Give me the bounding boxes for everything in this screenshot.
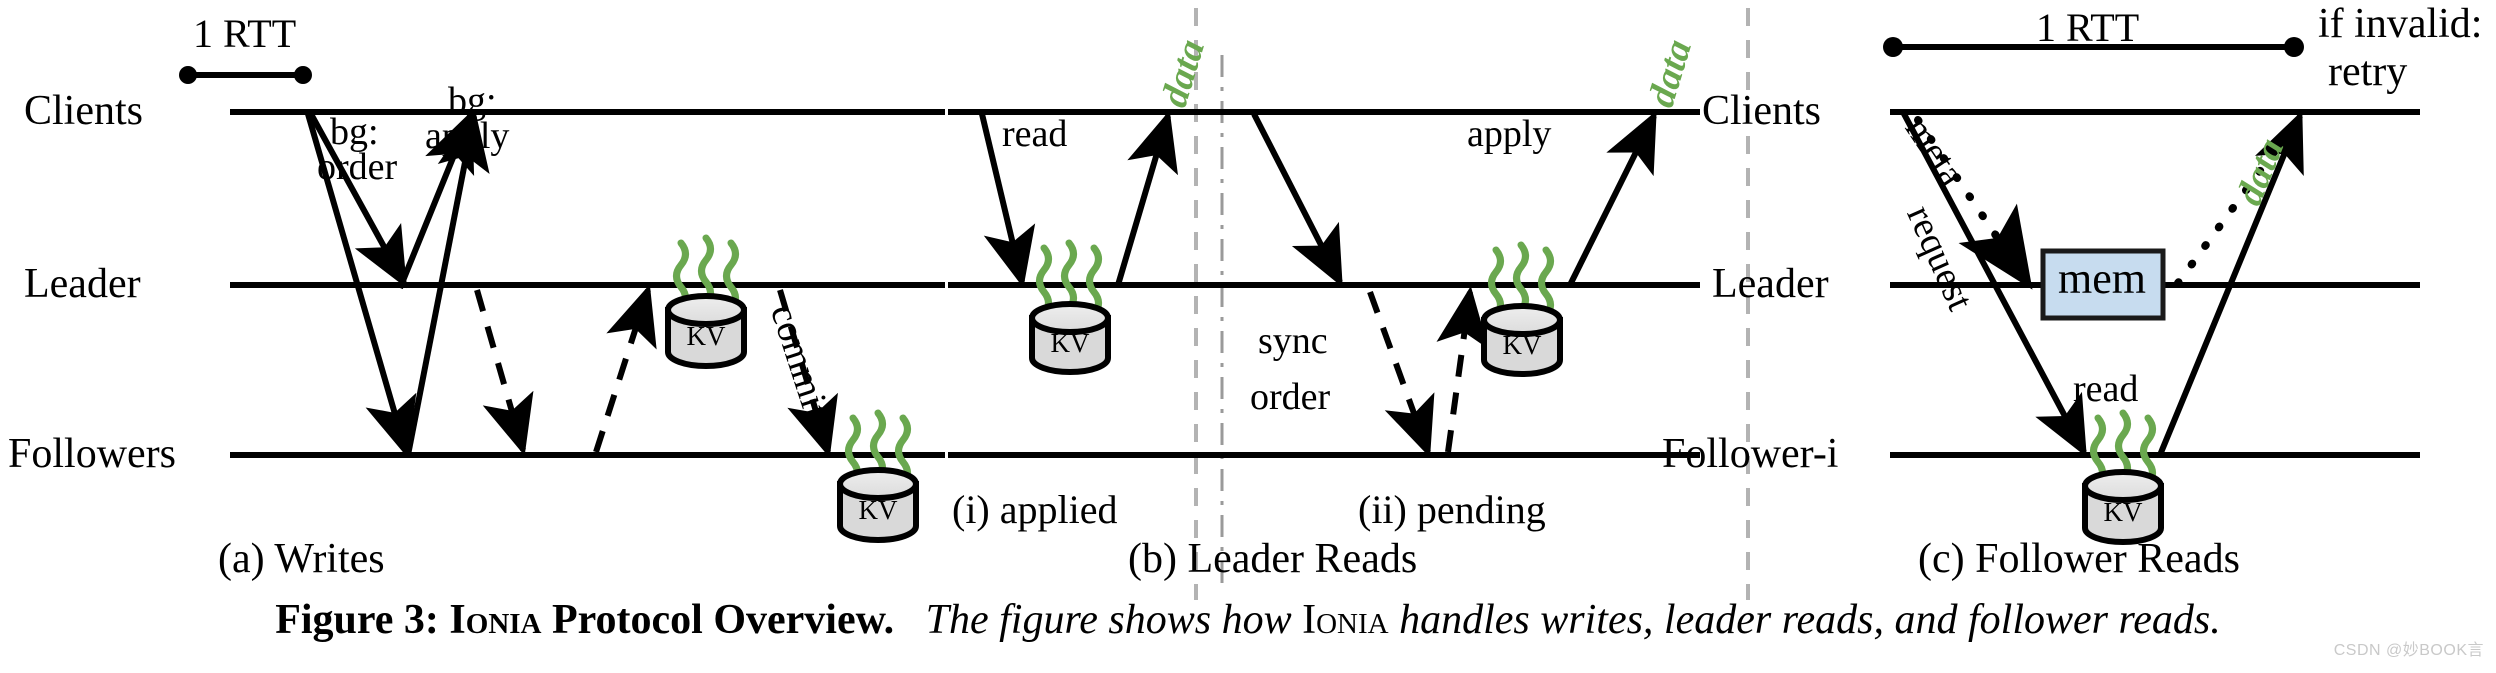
figure-caption-italic-name: Ionia	[1302, 597, 1389, 643]
figure-caption-italic-b: handles writes, leader reads, and follow…	[1399, 597, 2221, 643]
panel-b-kv-store-i: KV	[1029, 301, 1111, 375]
panel-b-arrow-data-ii	[1567, 110, 1657, 287]
panel-a-msg-bg-apply-line2: apply	[425, 115, 510, 157]
panel-c-row-label-follower-i: Follower-i	[1662, 431, 1839, 477]
panel-b-msg-apply: apply	[1467, 113, 1552, 155]
panel-a-rtt-label: 1 RTT	[193, 11, 297, 56]
panel-b-arrow-apply-up	[1436, 286, 1489, 453]
panel-a-row-label-followers: Followers	[8, 431, 176, 477]
figure-caption-bold-tail: Protocol Overview.	[552, 597, 895, 643]
figure-caption-italic-a: The figure shows how	[925, 597, 1292, 643]
panel-c-retry-label: retry	[2328, 49, 2408, 95]
panel-a-arrow-bg-apply	[593, 284, 657, 453]
panel-c-if-invalid-label: if invalid:	[2318, 1, 2483, 47]
panel-a-kv-store-followers: KV	[837, 467, 919, 543]
panel-b-arrow-data-i	[1115, 110, 1178, 286]
panel-c-kv-store: KV	[2082, 469, 2164, 545]
panel-b-caption: (b) Leader Reads	[1128, 536, 1418, 582]
panel-b-msg-order: order	[1250, 376, 1331, 418]
watermark: CSDN @妙BOOK言	[2333, 642, 2484, 659]
panel-c-caption: (c) Follower Reads	[1918, 536, 2240, 582]
svg-text:KV: KV	[1051, 328, 1090, 358]
panel-c-mem-label: mem	[2058, 254, 2146, 303]
figure-caption-prefix: Figure 3:	[275, 597, 439, 643]
figure-caption: Figure 3: Ionia Protocol Overview. The f…	[0, 596, 2496, 644]
panel-b-arrow-sync-down	[1367, 290, 1435, 458]
svg-text:KV: KV	[687, 321, 726, 351]
panel-a-arrow-bg-order	[474, 289, 534, 456]
panel-a-row-label-leader: Leader	[24, 261, 141, 307]
figure-3-protocol-overview: KV KV KV KV KV Clients Leader Followers …	[0, 0, 2496, 668]
panel-b-msg-read: read	[1002, 113, 1068, 155]
panel-c-msg-read: read	[2073, 368, 2139, 410]
panel-c-row-label-clients: Clients	[1702, 88, 1822, 134]
panel-a-caption: (a) Writes	[218, 536, 385, 582]
panel-b-subcaption-pending: (ii) pending	[1358, 487, 1546, 532]
panel-a-row-label-clients: Clients	[24, 88, 144, 134]
panel-a-kv-store-leader: KV	[665, 293, 747, 369]
panel-c-rtt-label: 1 RTT	[2036, 5, 2140, 50]
panel-a-msg-bg-order-line2: order	[317, 146, 398, 188]
panel-b-kv-store-ii: KV	[1481, 303, 1563, 377]
panel-a-rtt-bracket	[179, 66, 312, 84]
panel-b-subcaption-applied: (i) applied	[952, 487, 1118, 532]
svg-text:KV: KV	[2104, 497, 2143, 527]
panel-b-msg-sync: sync	[1258, 320, 1328, 362]
svg-text:KV: KV	[859, 495, 898, 525]
svg-text:KV: KV	[1503, 330, 1542, 360]
figure-caption-name: Ionia	[449, 597, 542, 643]
panel-c-row-label-leader: Leader	[1712, 261, 1829, 307]
panel-b-arrow-read-ii	[1251, 112, 1343, 288]
